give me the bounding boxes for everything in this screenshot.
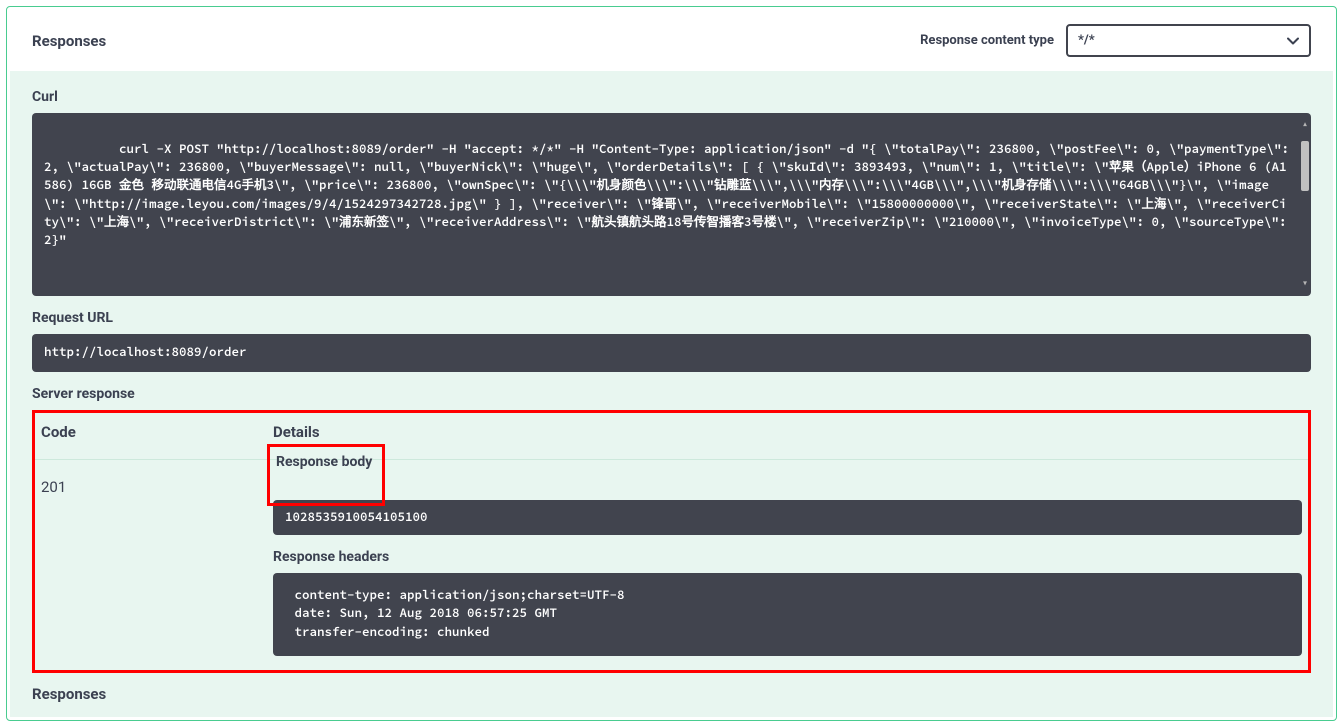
code-column-header: Code [35,423,273,441]
response-details: Response body Response body 102853591005… [273,474,1308,655]
curl-command-block[interactable]: curl -X POST "http://localhost:8089/orde… [32,113,1311,296]
request-url-section: Request URL http://localhost:8089/order [32,310,1311,372]
details-column-header: Details [273,423,320,441]
inner-container: Responses Response content type */* Curl… [10,10,1333,717]
response-body-section: Response body Response body 102853591005… [273,474,1302,535]
response-body-block[interactable]: 1028535910054105100 [273,500,1302,535]
content-type-select[interactable]: */* [1066,24,1311,57]
request-url-block[interactable]: http://localhost:8089/order [32,334,1311,372]
chevron-down-icon [1287,37,1299,45]
response-headers-block[interactable]: content-type: application/json;charset=U… [273,573,1302,655]
responses-title: Responses [32,32,106,50]
curl-command-text: curl -X POST "http://localhost:8089/orde… [44,142,1297,248]
response-panel: Curl curl -X POST "http://localhost:8089… [10,71,1333,717]
highlight-box: Code Details 201 Response body Res [32,410,1311,672]
status-code: 201 [35,474,273,655]
responses-header-bar: Responses Response content type */* [10,10,1333,71]
curl-scrollbar[interactable]: ▲ ▼ [1301,121,1309,288]
curl-label: Curl [32,89,1311,105]
response-headers-section: Response headers content-type: applicati… [273,549,1302,655]
content-type-label: Response content type [920,33,1054,48]
content-type-value: */* [1078,33,1095,48]
content-type-group: Response content type */* [920,24,1311,57]
response-headers-label: Response headers [273,549,1302,565]
responses-footer-label: Responses [32,681,1311,703]
api-panel: Responses Response content type */* Curl… [6,6,1337,721]
response-table-header: Code Details [35,413,1308,460]
request-url-label: Request URL [32,310,1311,326]
server-response-label: Server response [32,386,1311,402]
scroll-down-arrow-icon[interactable]: ▼ [1301,280,1309,288]
response-row: 201 Response body Response body [35,460,1308,669]
scroll-up-arrow-icon[interactable]: ▲ [1301,121,1309,129]
response-body-value: 1028535910054105100 [285,510,428,525]
curl-section: Curl curl -X POST "http://localhost:8089… [32,89,1311,296]
scrollbar-thumb[interactable] [1301,141,1309,191]
